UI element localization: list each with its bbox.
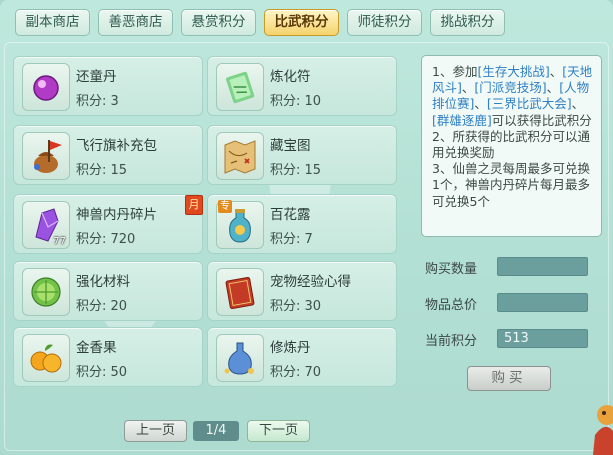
shop-item-card[interactable]: 藏宝图 积分: 15 <box>207 125 397 185</box>
tab-karma-shop[interactable]: 善恶商店 <box>98 9 173 36</box>
shop-item-card[interactable]: 强化材料 积分: 20 <box>13 261 203 321</box>
separator: 、 <box>461 80 475 96</box>
item-name: 强化材料 <box>76 274 130 290</box>
current-points-label: 当前积分 <box>425 334 478 349</box>
elixir-vase-icon <box>216 334 264 382</box>
buy-button[interactable]: 购买 <box>467 366 551 391</box>
shop-item-card[interactable]: 77 月 神兽内丹碎片 积分: 720 <box>13 194 203 254</box>
item-points: 积分: 20 <box>76 299 128 314</box>
item-name: 宠物经验心得 <box>270 274 351 290</box>
corner-character-icon <box>593 405 613 455</box>
exclusive-tag: 专 <box>218 200 232 213</box>
red-book-icon <box>216 268 264 316</box>
separator: 、 <box>571 96 585 112</box>
link-heroes-contest[interactable]: [群雄逐鹿] <box>432 113 492 128</box>
quantity-input[interactable] <box>497 257 588 276</box>
tab-challenge-points[interactable]: 挑战积分 <box>430 9 505 36</box>
shop-item-card[interactable]: 专 百花露 积分: 7 <box>207 194 397 254</box>
item-name: 神兽内丹碎片 <box>76 207 157 223</box>
item-points: 积分: 3 <box>76 94 119 109</box>
item-name: 藏宝图 <box>270 138 311 154</box>
total-price-label: 物品总价 <box>425 298 478 313</box>
tab-arena-points[interactable]: 比武积分 <box>264 9 339 36</box>
tab-dungeon-shop[interactable]: 副本商店 <box>15 9 90 36</box>
shop-item-card[interactable]: 飞行旗补充包 积分: 15 <box>13 125 203 185</box>
separator: 、 <box>474 96 487 112</box>
page-indicator: 1/4 <box>193 421 239 441</box>
total-price-field <box>497 293 588 312</box>
shop-item-card[interactable]: 还童丹 积分: 3 <box>13 56 203 116</box>
golden-fruit-icon <box>22 334 70 382</box>
purple-crystal-shard-icon: 77 <box>22 201 70 249</box>
green-talisman-icon <box>216 63 264 111</box>
quantity-label: 购买数量 <box>425 262 478 277</box>
item-points: 积分: 30 <box>270 299 322 314</box>
item-points: 积分: 720 <box>76 232 136 247</box>
item-points: 积分: 15 <box>76 163 128 178</box>
shop-panel: 副本商店 善恶商店 悬赏积分 比武积分 师徒积分 挑战积分 还童丹 积分: 3 … <box>0 0 613 455</box>
next-page-button[interactable]: 下一页 <box>247 420 310 442</box>
rule-3-text: 3、仙兽之灵每周最多可兑换1个，神兽内丹碎片每月最多可兑换5个 <box>432 161 590 209</box>
item-points: 积分: 10 <box>270 94 322 109</box>
tab-mentor-points[interactable]: 师徒积分 <box>347 9 422 36</box>
prev-page-button[interactable]: 上一页 <box>124 420 187 442</box>
treasure-map-icon <box>216 132 264 180</box>
item-points: 积分: 15 <box>270 163 322 178</box>
link-sect-arena[interactable]: [门派竞技场] <box>474 80 546 95</box>
purple-orb-pill-icon <box>22 63 70 111</box>
item-name: 炼化符 <box>270 69 311 85</box>
rules-description: 1、参加[生存大挑战]、[天地风斗]、[门派竞技场]、[人物排位赛]、[三界比武… <box>421 55 602 237</box>
tab-bounty-points[interactable]: 悬赏积分 <box>181 9 256 36</box>
item-name: 金香果 <box>76 340 117 356</box>
rule-1-text: 1、参加 <box>432 64 478 79</box>
shop-item-card[interactable]: 金香果 积分: 50 <box>13 327 203 387</box>
item-name: 还童丹 <box>76 69 117 85</box>
item-points: 积分: 70 <box>270 365 322 380</box>
current-points-field: 513 <box>497 329 588 348</box>
item-name: 飞行旗补充包 <box>76 138 157 154</box>
separator: 、 <box>549 64 563 79</box>
rule-2-text: 2、所获得的比武积分可以通用兑换奖励 <box>432 128 590 161</box>
shop-item-card[interactable]: 宠物经验心得 积分: 30 <box>207 261 397 321</box>
flag-pouch-icon <box>22 132 70 180</box>
link-survival-challenge[interactable]: [生存大挑战] <box>477 64 549 79</box>
item-name: 百花露 <box>270 207 311 223</box>
shop-item-card[interactable]: 炼化符 积分: 10 <box>207 56 397 116</box>
item-points: 积分: 50 <box>76 365 128 380</box>
link-three-realms-tournament[interactable]: [三界比武大会] <box>487 96 572 111</box>
separator: 、 <box>546 80 560 96</box>
shop-item-card[interactable]: 修炼丹 积分: 70 <box>207 327 397 387</box>
green-cabbage-material-icon <box>22 268 70 316</box>
rule-1-tail: 可以获得比武积分 <box>491 112 592 128</box>
shop-tabs: 副本商店 善恶商店 悬赏积分 比武积分 师徒积分 挑战积分 <box>0 0 613 42</box>
monthly-limit-badge: 月 <box>185 195 203 215</box>
stack-count: 77 <box>53 236 66 247</box>
item-points: 积分: 7 <box>270 232 313 247</box>
item-name: 修炼丹 <box>270 340 311 356</box>
